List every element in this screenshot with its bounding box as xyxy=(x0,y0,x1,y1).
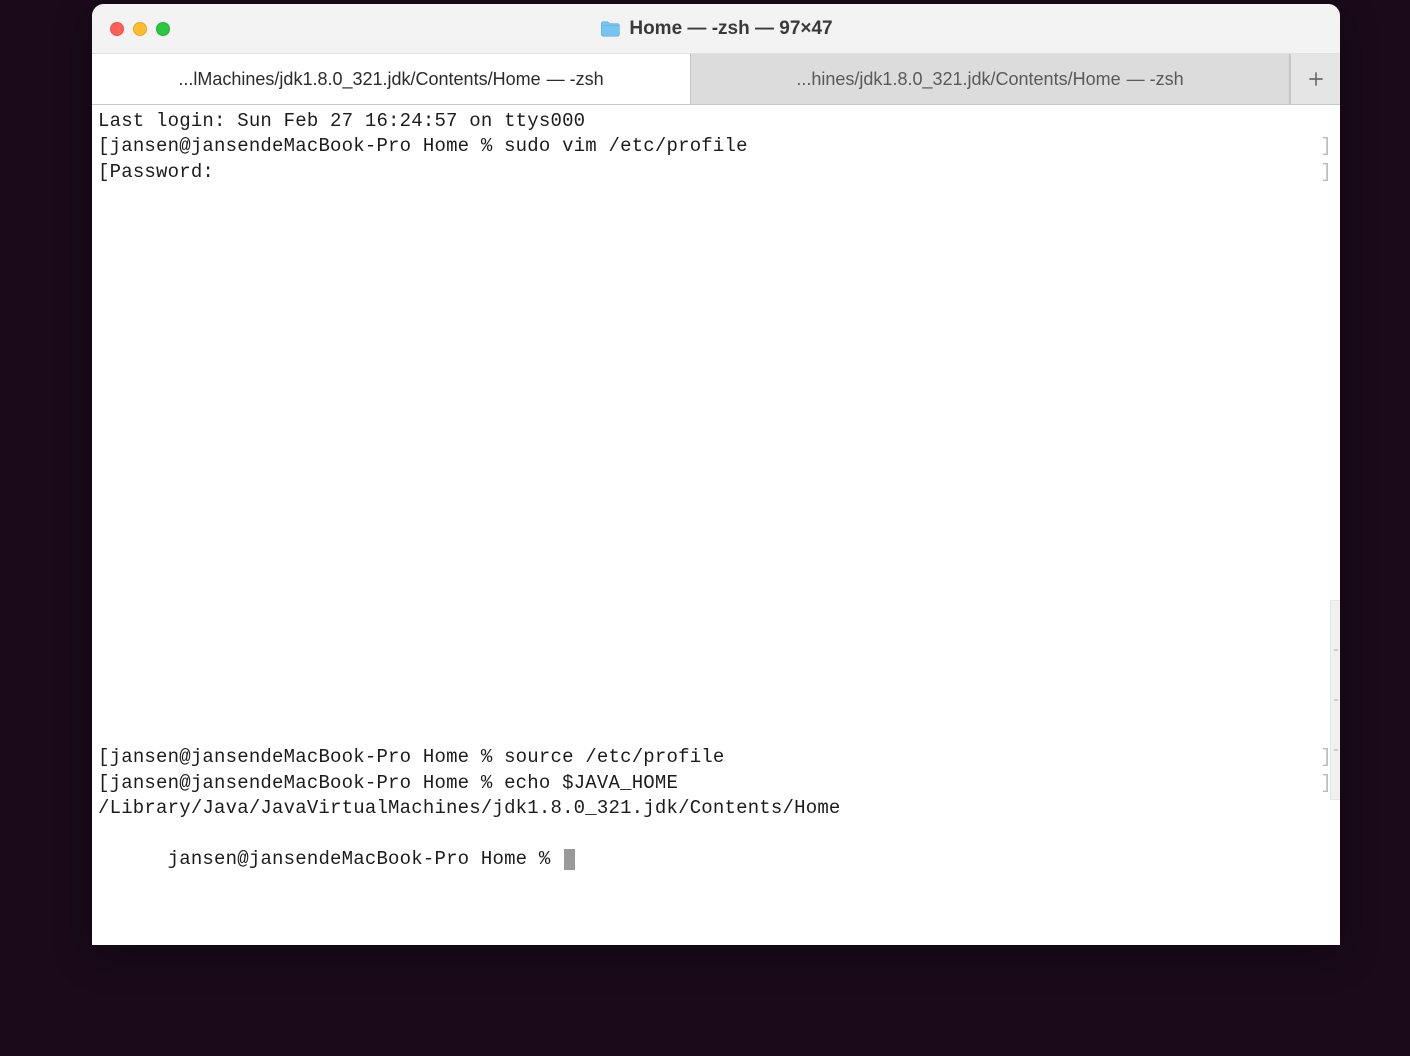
prompt-text: Password: xyxy=(110,160,1321,185)
command-text: echo $JAVA_HOME xyxy=(504,771,1320,796)
traffic-lights xyxy=(92,22,170,36)
tab-shell: — -zsh xyxy=(547,69,604,90)
command-text: sudo vim /etc/profile xyxy=(504,134,1320,159)
window-title-text: Home — -zsh — 97×47 xyxy=(629,18,832,40)
minimize-icon[interactable] xyxy=(133,22,147,36)
tab-path: ...lMachines/jdk1.8.0_321.jdk/Contents/H… xyxy=(178,69,540,90)
cursor-icon xyxy=(564,849,575,870)
tab-0[interactable]: ...lMachines/jdk1.8.0_321.jdk/Contents/H… xyxy=(92,54,691,104)
tab-path: ...hines/jdk1.8.0_321.jdk/Contents/Home xyxy=(796,69,1120,90)
prompt-line: [ jansen@jansendeMacBook-Pro Home % sour… xyxy=(98,745,1334,770)
terminal-blank-area xyxy=(98,185,1334,745)
command-output: /Library/Java/JavaVirtualMachines/jdk1.8… xyxy=(98,796,1334,821)
prompt-text: jansen@jansendeMacBook-Pro Home % xyxy=(168,848,562,870)
zoom-icon[interactable] xyxy=(156,22,170,36)
password-line: [ Password: ] xyxy=(98,160,1334,185)
current-prompt[interactable]: jansen@jansendeMacBook-Pro Home % xyxy=(98,821,1334,897)
window-title: Home — -zsh — 97×47 xyxy=(599,18,832,40)
tab-1[interactable]: ...hines/jdk1.8.0_321.jdk/Contents/Home … xyxy=(691,54,1290,104)
terminal-window: Home — -zsh — 97×47 ...lMachines/jdk1.8.… xyxy=(92,4,1340,945)
folder-icon xyxy=(599,20,621,38)
prompt-text: jansen@jansendeMacBook-Pro Home % xyxy=(110,771,504,796)
bracket-close: ] xyxy=(1320,160,1334,185)
prompt-text: jansen@jansendeMacBook-Pro Home % xyxy=(110,134,504,159)
tab-shell: — -zsh xyxy=(1127,69,1184,90)
command-text: source /etc/profile xyxy=(504,745,1320,770)
prompt-text: jansen@jansendeMacBook-Pro Home % xyxy=(110,745,504,770)
scrollbar[interactable] xyxy=(1330,600,1340,800)
prompt-line: [ jansen@jansendeMacBook-Pro Home % sudo… xyxy=(98,134,1334,159)
bracket-open: [ xyxy=(98,771,110,796)
close-icon[interactable] xyxy=(110,22,124,36)
bracket-close: ] xyxy=(1320,134,1334,159)
bracket-open: [ xyxy=(98,160,110,185)
bracket-open: [ xyxy=(98,134,110,159)
terminal-content[interactable]: Last login: Sun Feb 27 16:24:57 on ttys0… xyxy=(92,105,1340,945)
bracket-open: [ xyxy=(98,745,110,770)
new-tab-button[interactable] xyxy=(1290,54,1340,104)
titlebar[interactable]: Home — -zsh — 97×47 xyxy=(92,4,1340,54)
last-login-line: Last login: Sun Feb 27 16:24:57 on ttys0… xyxy=(98,109,1334,134)
tab-bar: ...lMachines/jdk1.8.0_321.jdk/Contents/H… xyxy=(92,54,1340,105)
plus-icon xyxy=(1307,70,1325,88)
prompt-line: [ jansen@jansendeMacBook-Pro Home % echo… xyxy=(98,771,1334,796)
